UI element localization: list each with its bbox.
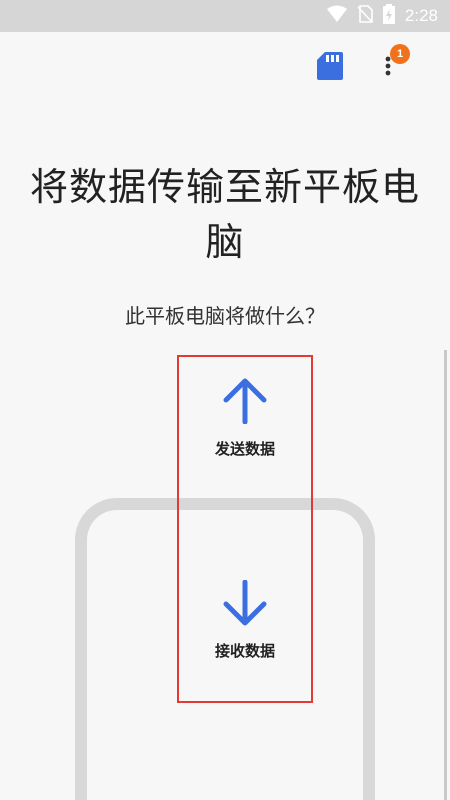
more-vert-icon (385, 55, 391, 81)
status-time: 2:28 (404, 6, 438, 25)
receive-data-label: 接收数据 (214, 642, 275, 660)
send-data-label: 发送数据 (214, 440, 275, 458)
battery-charging-icon (382, 4, 395, 28)
scrollbar[interactable] (444, 350, 447, 800)
send-data-button[interactable]: 发送数据 (177, 378, 313, 459)
page-question: 此平板电脑将做什么？ (125, 304, 325, 328)
sd-card-button[interactable] (310, 48, 350, 88)
arrow-down-icon (222, 579, 268, 630)
wifi-icon (326, 5, 347, 27)
page-title: 将数据传输至新平板电脑 (29, 165, 420, 264)
no-sim-icon (357, 5, 373, 27)
sd-card-icon (317, 52, 343, 84)
status-bar: 2:28 (0, 0, 450, 32)
notification-badge: 1 (390, 44, 410, 64)
arrow-up-icon (222, 378, 268, 428)
receive-data-button[interactable]: 接收数据 (177, 579, 313, 661)
